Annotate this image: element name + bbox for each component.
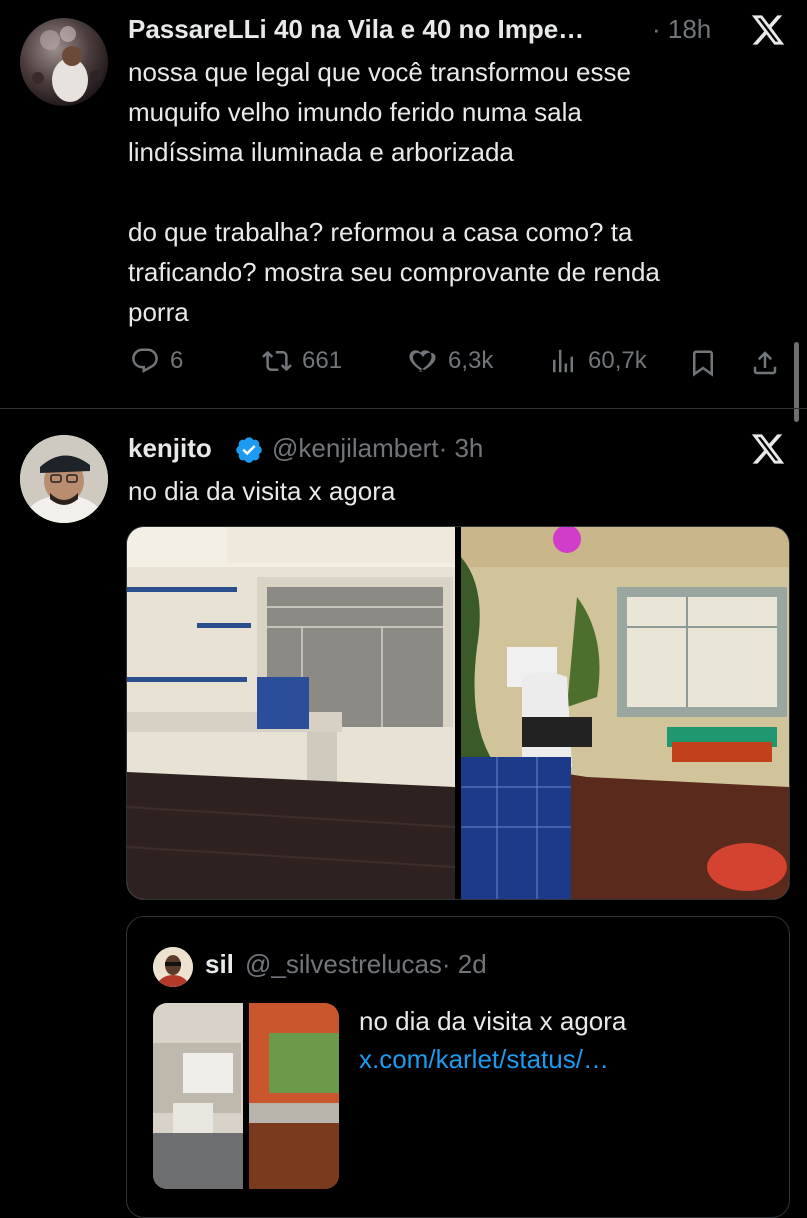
tweet-line: do que trabalha? reformou a casa como? t… (128, 217, 633, 247)
like-button[interactable]: 6,3k (408, 346, 493, 376)
media-photo-before[interactable] (127, 527, 456, 899)
like-icon (409, 350, 436, 372)
views-icon (553, 349, 573, 373)
quoted-tweet[interactable]: sil @_silvestrelucas· 2d no dia da visit… (126, 916, 790, 1218)
tweet-time[interactable]: · 18h (652, 14, 711, 45)
avatar[interactable] (20, 435, 108, 523)
views-count: 60,7k (588, 347, 647, 374)
handle-text: @kenjilambert (272, 433, 439, 463)
quote-text: no dia da visita x agora (359, 1006, 627, 1036)
author-name[interactable]: PassareLLi 40 na Vila e 40 no Impe… (128, 14, 584, 45)
avatar[interactable] (20, 18, 108, 106)
verified-badge-icon (236, 437, 262, 463)
author-handle[interactable]: @kenjilambert· 3h (272, 433, 483, 464)
reply-count: 6 (170, 347, 184, 374)
quote-handle-text: @_silvestrelucas (245, 949, 442, 979)
tweet-time[interactable]: · 3h (439, 433, 484, 463)
tweet-line: nossa que legal que você transformou ess… (128, 57, 631, 87)
reply-icon (132, 348, 158, 373)
bookmark-icon[interactable] (688, 348, 718, 378)
share-icon[interactable] (750, 348, 780, 378)
quote-link[interactable]: x.com/karlet/status/… (359, 1039, 609, 1079)
quote-author-name[interactable]: sil (205, 949, 234, 980)
repost-icon (262, 350, 292, 372)
author-name[interactable]: kenjito (128, 433, 212, 464)
quote-time[interactable]: · 2d (442, 949, 487, 979)
quote-media[interactable] (153, 1003, 339, 1189)
quote-author-handle[interactable]: @_silvestrelucas· 2d (245, 949, 487, 980)
tweet-text: no dia da visita x agora (128, 476, 396, 506)
quote-photo-after (249, 1003, 339, 1189)
x-logo-icon[interactable] (750, 12, 786, 48)
tweet-line: traficando? mostra seu comprovante de re… (128, 257, 660, 287)
quote-photo-before (153, 1003, 243, 1189)
like-count: 6,3k (448, 347, 494, 374)
tweet-text: nossa que legal que você transformou ess… (128, 52, 778, 332)
repost-count: 661 (302, 347, 343, 374)
views-button[interactable]: 60,7k (548, 346, 647, 376)
x-logo-icon[interactable] (750, 431, 786, 467)
tweet-line: muquifo velho imundo ferido numa sala (128, 97, 582, 127)
tweet-passarelli[interactable]: PassareLLi 40 na Vila e 40 no Impe… · 18… (0, 0, 807, 408)
tweet-line: lindíssima iluminada e arborizada (128, 137, 514, 167)
repost-button[interactable]: 661 (262, 346, 342, 376)
tweet-media[interactable] (126, 526, 790, 900)
action-bar: 6 661 6,3k 60,7k (0, 340, 807, 390)
reply-button[interactable]: 6 (130, 346, 183, 376)
avatar[interactable] (153, 947, 193, 987)
tweet-line: porra (128, 297, 189, 327)
media-photo-after[interactable] (461, 527, 789, 899)
